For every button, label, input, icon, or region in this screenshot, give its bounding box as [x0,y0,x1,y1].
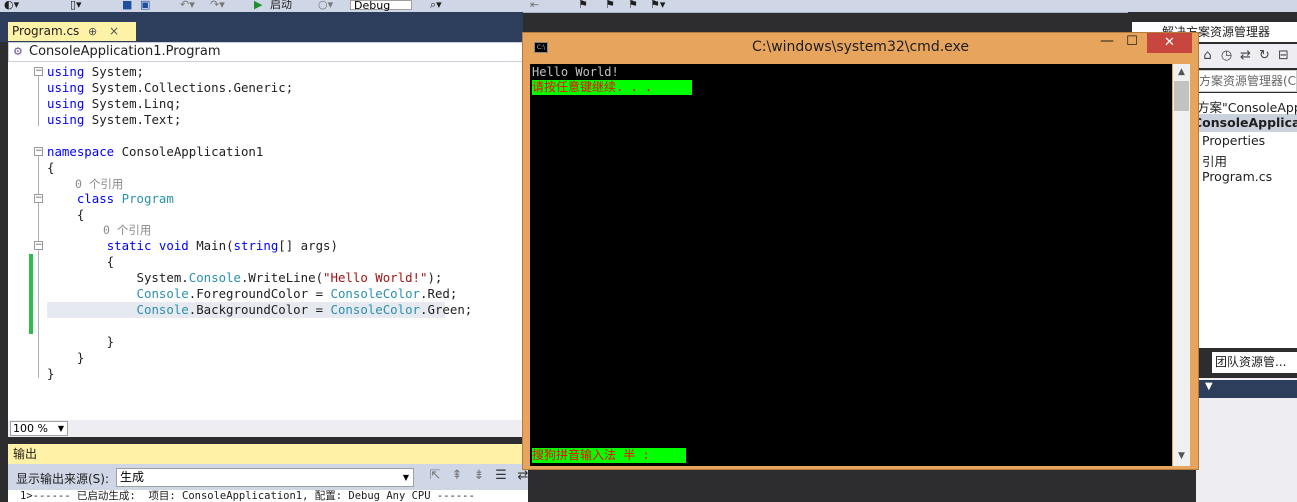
output-text: 1>------ 已启动生成: 项目: ConsoleApplication1,… [8,490,528,502]
attach-icon[interactable]: ○▾ [318,0,333,10]
tab-team-explorer[interactable]: 团队资源管... [1212,352,1297,373]
zoom-select[interactable]: 100 % ▼ [10,421,68,436]
code-line: class Program [76,191,174,206]
fold-guide [38,76,39,126]
code-line: { [47,254,115,269]
code-line: Console.BackgroundColor = ConsoleColor.G… [136,302,473,317]
sync-icon[interactable]: ⇄ [1236,44,1255,68]
undo-icon[interactable]: ↶▾ [180,0,195,10]
fold-toggle-icon[interactable]: − [34,67,43,76]
word-wrap-icon[interactable]: ⇄ [512,468,534,483]
chevron-down-icon: ▼ [402,473,409,482]
tree-item-project[interactable]: ConsoleApplicatio [1193,115,1297,130]
new-project-icon[interactable]: ▯▾ [70,0,82,10]
pin-icon[interactable]: ⊕ [88,22,97,41]
start-debug-label[interactable]: 启动 [270,0,292,10]
solution-explorer-search[interactable]: 方案资源管理器(Ctrl- [1196,70,1297,92]
save-all-icon[interactable]: ▣ [140,0,150,10]
scrollbar-thumb[interactable] [1174,81,1189,111]
tree-item-references[interactable]: 引用 [1202,151,1227,170]
code-line: } [47,334,115,349]
solution-config-select[interactable]: Debug [350,0,412,12]
editor-status-strip [8,420,523,437]
output-source-label: 显示输出来源(S): [16,472,110,486]
nav-class-name: ConsoleApplication1.Program [29,44,221,59]
code-line: { [47,160,55,175]
next-message-icon[interactable]: ⇟ [468,468,490,483]
close-button[interactable]: ✕ [1147,33,1192,53]
history-icon[interactable]: ◷ [1217,44,1236,68]
code-line: using System.Text; [47,112,182,127]
chevron-down-icon[interactable]: ▼ [1205,381,1213,392]
indent-icon[interactable]: ⇤ [530,0,539,10]
goto-error-icon[interactable]: ⇱ [424,468,446,483]
tree-item-properties[interactable]: Properties [1202,133,1265,148]
find-icon[interactable]: ⌕▾ [430,0,442,10]
class-navigation-bar[interactable]: ⚙ ConsoleApplication1.Program [8,42,523,62]
code-line: System.Console.WriteLine("Hello World!")… [47,270,443,285]
tab-label: Program.cs [12,24,80,38]
code-line: static void Main(string[] args) [106,238,338,253]
bookmark-prev-icon[interactable]: ⚑ [605,0,615,10]
code-line: using System; [47,64,144,79]
tree-item-program-cs[interactable]: Program.cs [1202,169,1272,184]
console-scrollbar[interactable] [1173,64,1190,466]
fold-toggle-icon[interactable]: − [34,241,43,250]
redo-icon[interactable]: ↷▾ [210,0,225,10]
code-line: namespace ConsoleApplication1 [47,144,264,159]
tab-program-cs[interactable]: Program.cs ⊕ × [8,22,136,41]
start-debug-icon[interactable]: ▶ [254,0,262,10]
codelens-references[interactable]: 0 个引用 [103,222,151,238]
change-marker [29,254,33,334]
codelens-references[interactable]: 0 个引用 [75,176,123,192]
code-line: using System.Linq; [47,96,182,111]
bookmark-clear-icon[interactable]: ⚑▾ [650,0,665,10]
tree-item-solution[interactable]: 方案"ConsoleAppli [1197,97,1297,116]
maximize-button[interactable]: ☐ [1122,34,1142,52]
zoom-value: 100 % [13,422,48,435]
code-line: } [47,366,55,381]
prev-message-icon[interactable]: ⇞ [446,468,468,483]
class-icon: ⚙ [13,45,23,58]
console-line-hello: Hello World! [532,65,619,79]
home-icon[interactable]: ⌂ [1198,44,1217,68]
solution-explorer-toolbar: ⌂ ◷ ⇄ ↻ ⊟ [1198,44,1297,68]
bookmark-next-icon[interactable]: ⚑ [628,0,638,10]
clear-all-icon[interactable]: ☰ [490,468,512,483]
code-line: } [47,350,85,365]
back-icon[interactable]: ◐▾ [4,0,19,10]
fold-toggle-icon[interactable]: − [34,147,43,156]
output-toolbar-icons: ⇱ ⇞ ⇟ ☰ ⇄ [424,468,534,488]
ime-status-bar: 搜狗拼音输入法 半 : [532,448,686,463]
output-source-value: 生成 [120,470,145,484]
code-line: { [47,207,85,222]
refresh-icon[interactable]: ↻ [1255,44,1274,68]
minimize-button[interactable]: — [1097,34,1117,52]
scroll-up-icon[interactable]: ▲ [1173,64,1190,80]
collapse-icon[interactable]: ⊟ [1274,44,1293,68]
console-output[interactable] [530,64,1172,466]
code-line: Console.ForegroundColor = ConsoleColor.R… [136,286,458,301]
output-panel-title[interactable]: 输出 [8,444,523,464]
scroll-down-icon[interactable]: ▼ [1173,448,1190,464]
fold-guide [38,156,39,378]
output-source-select[interactable]: 生成 ▼ [116,468,414,487]
chevron-down-icon: ▼ [57,424,64,433]
code-line: using System.Collections.Generic; [47,80,294,95]
bookmark-icon[interactable]: ⚑ [578,0,588,10]
console-line-press-key: 请按任意键继续. . . [532,80,692,95]
fold-toggle-icon[interactable]: − [34,194,43,203]
solution-config-value: Debug [354,0,391,12]
save-icon[interactable]: ■ [122,0,132,10]
close-icon[interactable]: × [109,22,119,41]
